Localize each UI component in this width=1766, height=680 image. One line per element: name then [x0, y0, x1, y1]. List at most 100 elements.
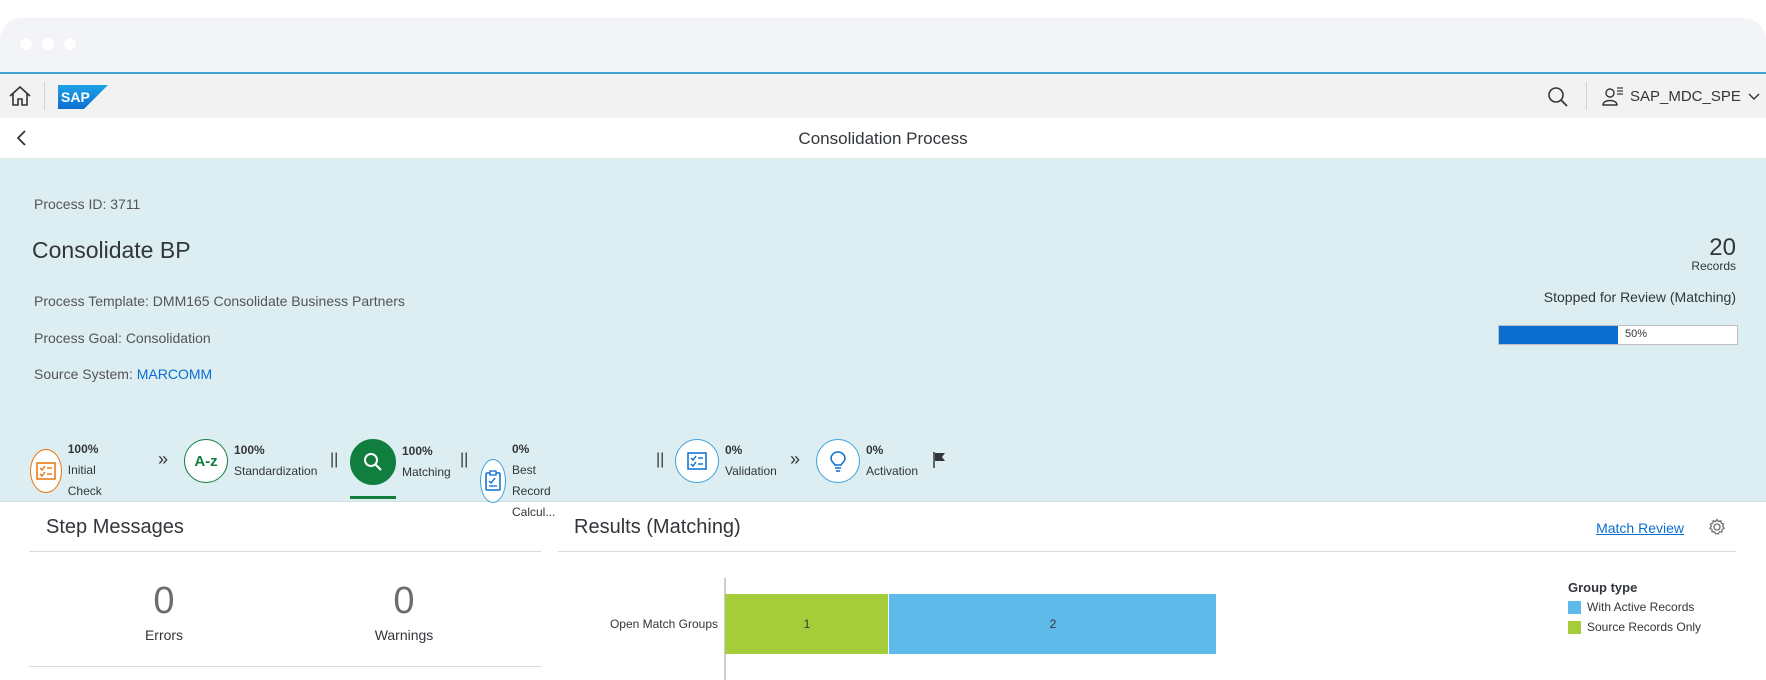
process-id: Process ID: 3711	[34, 196, 141, 212]
results-title: Results (Matching)	[574, 516, 741, 538]
records-label: Records	[1691, 259, 1736, 273]
source-system-label: Source System:	[34, 366, 133, 382]
step-circle	[816, 439, 860, 483]
step-best-record-calculation[interactable]: 0% Best Record Calcul...	[480, 439, 573, 523]
legend-item[interactable]: With Active Records	[1568, 600, 1701, 614]
step-validation[interactable]: 0% Validation	[675, 439, 777, 483]
progress-bar: 50%	[1498, 325, 1738, 345]
message-counts: 0 Errors 0 Warnings	[29, 552, 541, 652]
checklist-icon	[687, 452, 707, 470]
step-text: 0% Activation	[866, 440, 918, 482]
user-icon	[1602, 87, 1623, 106]
connector-pause: ||	[330, 451, 339, 468]
connector-pause: ||	[460, 451, 469, 468]
step-text: 100% Initial Check	[68, 439, 114, 502]
step-text: 100% Standardization	[234, 440, 317, 482]
match-groups-chart: Open Match Groups 1 2	[610, 578, 1216, 680]
checklist-icon	[36, 461, 56, 480]
clipboard-icon	[485, 470, 501, 491]
active-step-indicator	[350, 496, 396, 499]
step-text: 0% Validation	[725, 440, 777, 482]
user-menu[interactable]: SAP_MDC_SPE	[1602, 85, 1761, 107]
step-activation[interactable]: 0% Activation	[816, 439, 918, 483]
step-label: Initial Check	[67, 463, 102, 498]
step-circle	[350, 439, 396, 485]
chevron-down-icon	[1748, 93, 1760, 100]
warnings-tile[interactable]: 0 Warnings	[344, 580, 464, 643]
legend-swatch	[1568, 600, 1581, 614]
shell-separator	[1586, 82, 1587, 110]
connector-chevrons: »	[158, 449, 169, 469]
window-controls	[20, 38, 76, 50]
gear-icon[interactable]	[1708, 518, 1726, 536]
process-name: Consolidate BP	[32, 237, 191, 263]
panel-divider	[558, 551, 1736, 552]
step-circle: A-z	[184, 439, 228, 483]
legend-item[interactable]: Source Records Only	[1568, 620, 1701, 634]
process-status: Stopped for Review (Matching)	[1543, 289, 1736, 305]
step-circle	[675, 439, 719, 483]
step-initial-check[interactable]: 100% Initial Check	[30, 439, 114, 502]
source-system: Source System: MARCOMM	[34, 366, 212, 382]
step-circle	[30, 448, 62, 493]
step-label: Matching	[402, 465, 451, 479]
step-label: Validation	[725, 464, 777, 478]
progress-fill	[1499, 326, 1618, 344]
records-count: 20	[1709, 234, 1736, 261]
step-percent: 100%	[234, 443, 265, 457]
progress-text: 50%	[1625, 328, 1648, 340]
legend-title: Group type	[1568, 580, 1638, 595]
page-titlebar: Consolidation Process	[0, 118, 1766, 159]
data-label: 1	[804, 617, 811, 631]
page-title: Consolidation Process	[798, 129, 968, 148]
step-percent: 100%	[67, 442, 99, 456]
errors-tile[interactable]: 0 Errors	[104, 580, 224, 643]
step-circle	[480, 459, 506, 503]
step-percent: 0%	[512, 442, 530, 456]
sap-logo-text: SAP	[61, 89, 90, 105]
process-template: Process Template: DMM165 Consolidate Bus…	[34, 293, 405, 309]
warnings-count: 0	[393, 580, 415, 622]
step-label: Standardization	[234, 464, 318, 478]
step-percent: 0%	[866, 443, 884, 457]
panel-divider	[29, 666, 541, 667]
step-text: 100% Matching	[402, 441, 451, 483]
window-close-dot[interactable]	[20, 38, 32, 50]
step-label: Best Record Calcul...	[512, 463, 556, 519]
shell-separator	[44, 82, 45, 110]
legend-label: Source Records Only	[1587, 620, 1702, 634]
flag-icon	[933, 452, 945, 468]
step-text: 0% Best Record Calcul...	[512, 439, 573, 523]
process-goal: Process Goal: Consolidation	[34, 330, 211, 346]
step-percent: 0%	[725, 443, 743, 457]
user-name: SAP_MDC_SPE	[1630, 87, 1741, 105]
connector-chevrons: »	[790, 449, 801, 469]
step-percent: 100%	[402, 444, 433, 458]
source-system-link[interactable]: MARCOMM	[137, 366, 212, 382]
data-label: 2	[1050, 617, 1057, 631]
legend-swatch	[1568, 620, 1581, 634]
step-messages-panel: Step Messages 0 Errors 0 Warnings	[29, 516, 541, 652]
step-messages-title: Step Messages	[46, 516, 184, 538]
window-titlebar	[0, 18, 1766, 74]
chart-legend: Group type With Active Records Source Re…	[1568, 580, 1701, 640]
window-minimize-dot[interactable]	[42, 38, 54, 50]
match-review-link[interactable]: Match Review	[1596, 520, 1684, 536]
sap-logo[interactable]: SAP	[58, 85, 108, 109]
search-icon	[364, 453, 382, 471]
a-z-icon: A-z	[194, 452, 218, 470]
step-matching[interactable]: 100% Matching	[350, 439, 451, 485]
errors-count: 0	[153, 580, 175, 622]
shell-bar: SAP SAP_MDC_SPE	[0, 74, 1766, 119]
step-standardization[interactable]: A-z 100% Standardization	[184, 439, 317, 483]
warnings-label: Warnings	[374, 627, 434, 643]
window-maximize-dot[interactable]	[64, 38, 76, 50]
legend-label: With Active Records	[1587, 600, 1695, 614]
errors-label: Errors	[144, 627, 184, 643]
home-icon[interactable]	[6, 82, 34, 110]
process-header: Process ID: 3711 Consolidate BP Process …	[0, 159, 1766, 519]
connector-pause: ||	[656, 451, 665, 468]
search-icon[interactable]	[1545, 84, 1571, 110]
category-label: Open Match Groups	[610, 617, 718, 631]
lightbulb-icon	[830, 451, 846, 472]
